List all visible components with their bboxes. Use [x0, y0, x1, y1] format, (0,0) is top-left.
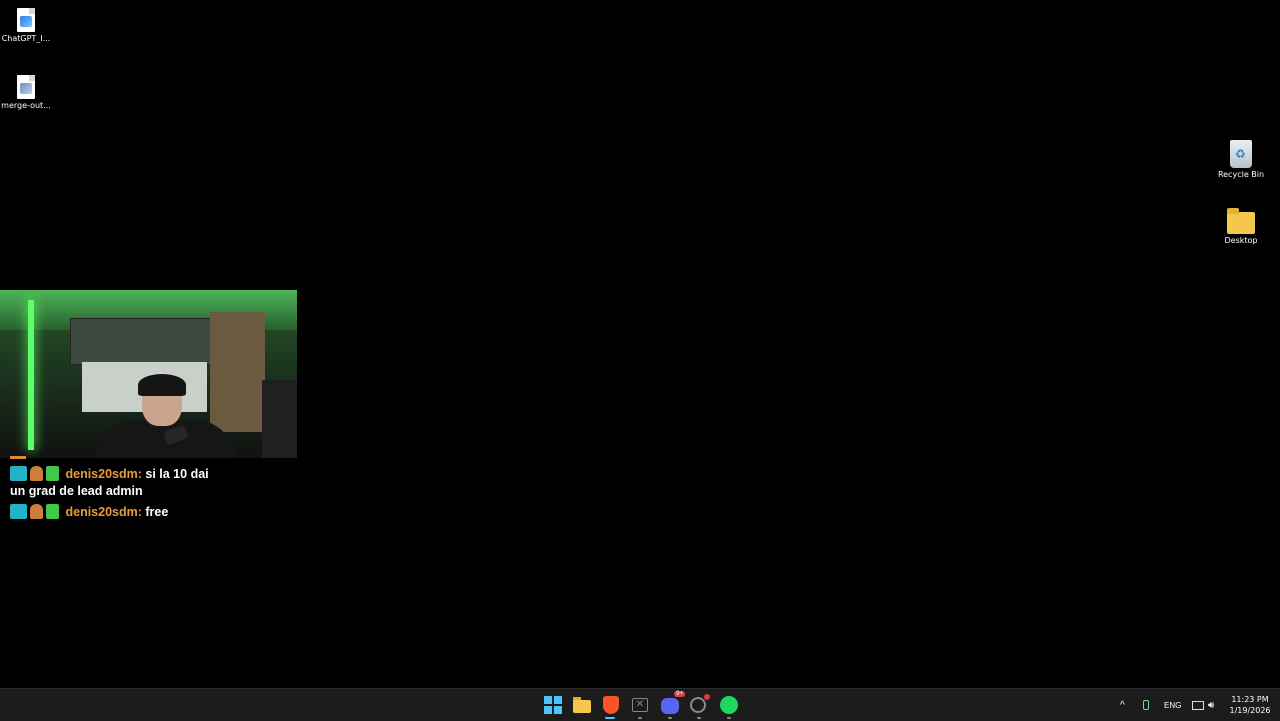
desktop-icon-merge-output[interactable]: merge-out...: [0, 75, 52, 110]
network-icon[interactable]: [1192, 689, 1204, 721]
running-indicator: [638, 717, 642, 719]
spotify-icon[interactable]: [720, 696, 738, 714]
chat-badge-icon: [10, 466, 27, 481]
chrome-icon[interactable]: [690, 694, 710, 714]
desktop-icon-label: Desktop: [1224, 236, 1258, 245]
chat-badge-icon: [30, 504, 43, 519]
stream-chat-overlay: denis20sdm: si la 10 dai un grad de lead…: [10, 466, 300, 525]
desktop-icon-label: merge-out...: [1, 101, 51, 110]
chat-badge-icon: [10, 504, 27, 519]
chat-message: denis20sdm: free: [10, 504, 300, 521]
active-app-indicator: [605, 717, 615, 719]
running-indicator: [727, 717, 731, 719]
file-explorer-icon[interactable]: [573, 696, 591, 714]
audio-file-icon: [17, 75, 35, 99]
desktop-icon-label: ChatGPT_I...: [1, 34, 51, 43]
desktop-icon-recycle-bin[interactable]: ♻ Recycle Bin: [1215, 140, 1267, 179]
xbox-icon[interactable]: ✕: [632, 698, 648, 712]
chevron-up-icon: ^: [1120, 699, 1125, 711]
recycle-bin-icon: ♻: [1230, 140, 1252, 168]
chat-badge-icon: [30, 466, 43, 481]
start-icon[interactable]: [544, 696, 562, 714]
webcam-overlay: [0, 290, 297, 458]
chat-message: denis20sdm: si la 10 dai un grad de lead…: [10, 466, 300, 500]
system-clock[interactable]: 11:23 PM 1/19/2026: [1226, 694, 1274, 716]
chat-badge-icon: [46, 504, 59, 519]
running-indicator: [697, 717, 701, 719]
chat-text: free: [145, 505, 169, 519]
microphone-icon[interactable]: [1143, 689, 1149, 721]
chat-text: si la 10 dai: [145, 467, 209, 481]
running-indicator: [668, 717, 672, 719]
desktop-icon-desktop-folder[interactable]: Desktop: [1215, 208, 1267, 245]
desktop-icon-chatgpt-image[interactable]: ChatGPT_I...: [0, 8, 52, 43]
discord-icon[interactable]: 9+: [661, 691, 685, 714]
chat-username: denis20sdm:: [65, 505, 142, 519]
language-indicator[interactable]: ENG: [1164, 689, 1181, 721]
notification-badge: 9+: [674, 691, 685, 697]
chat-badge-icon: [46, 466, 59, 481]
show-hidden-icons-button[interactable]: ^: [1120, 689, 1125, 721]
taskbar: ✕ 9+ ^ ENG 🔊︎ 11:23 PM 1/19/2026: [0, 688, 1280, 721]
chat-username: denis20sdm:: [65, 467, 142, 481]
clock-date: 1/19/2026: [1229, 706, 1271, 715]
volume-icon[interactable]: 🔊︎: [1208, 689, 1214, 721]
folder-icon: [1227, 208, 1255, 234]
clock-time: 11:23 PM: [1231, 695, 1269, 704]
brave-icon[interactable]: [602, 696, 620, 714]
overlay-accent-bar: [10, 456, 26, 459]
chat-text-continuation: un grad de lead admin: [10, 484, 143, 498]
desktop-icon-label: Recycle Bin: [1217, 170, 1265, 179]
image-file-icon: [17, 8, 35, 32]
